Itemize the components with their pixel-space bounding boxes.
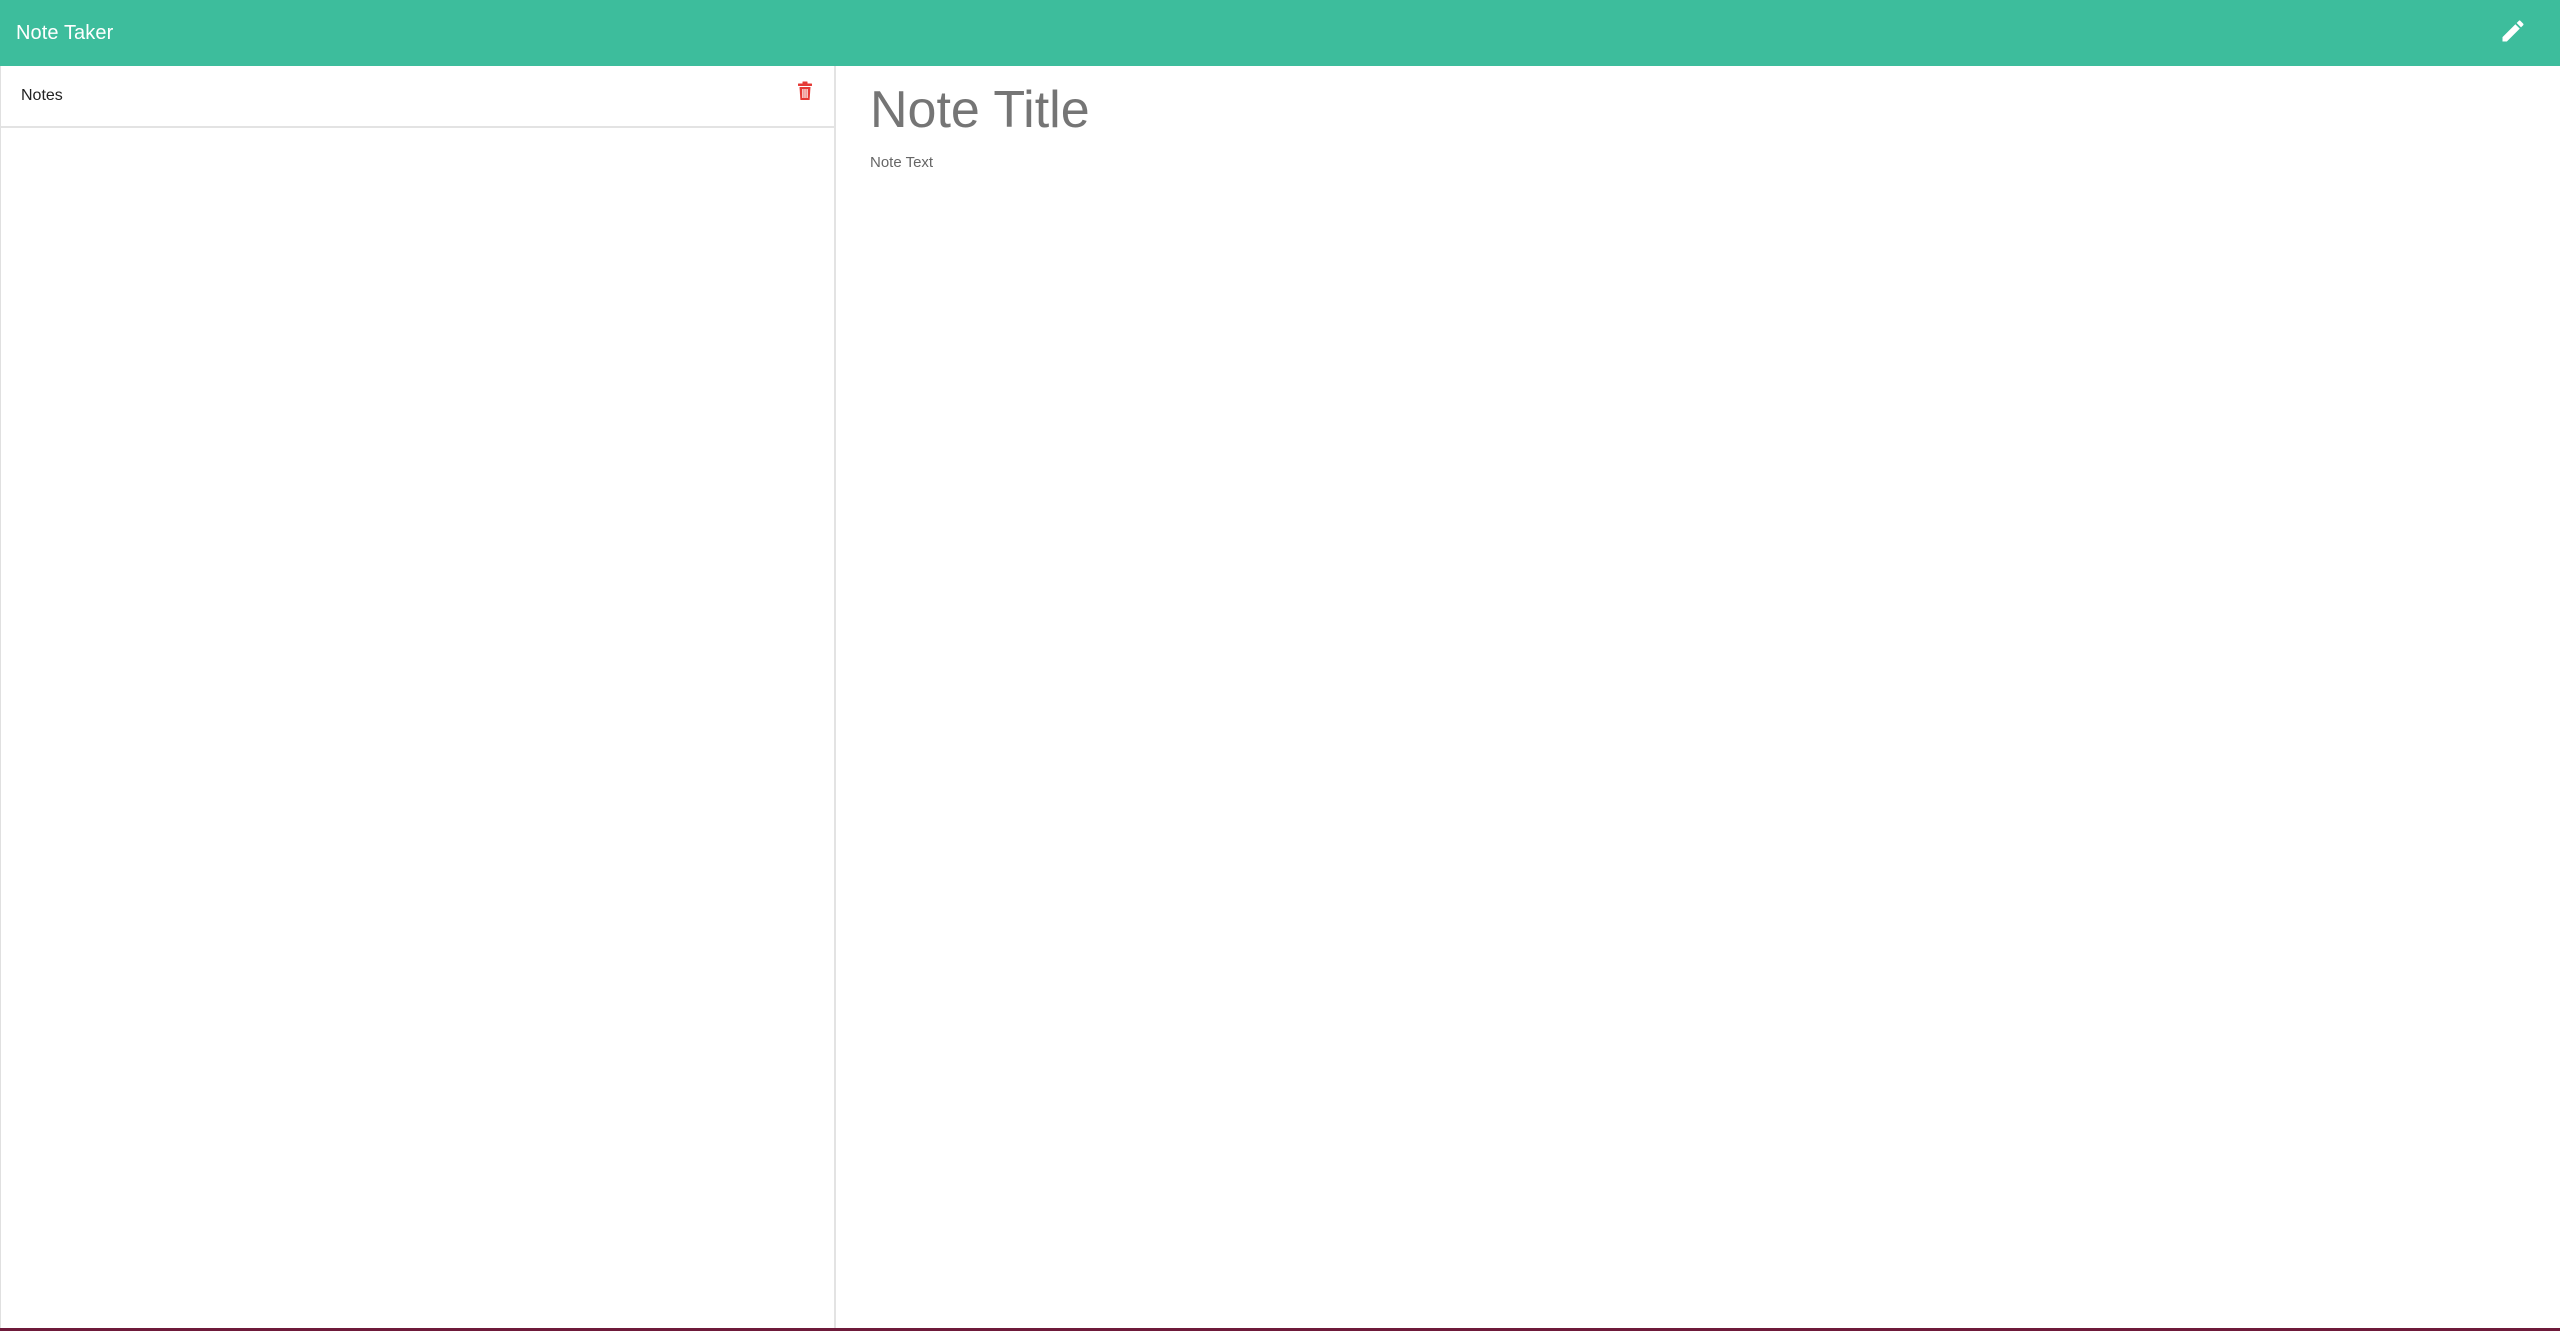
note-text-input[interactable] <box>870 154 2528 194</box>
brand-title[interactable]: Note Taker <box>16 22 113 45</box>
navbar: Note Taker <box>0 0 2560 66</box>
delete-note-button[interactable] <box>794 80 816 106</box>
note-item-title[interactable]: Notes <box>21 87 63 105</box>
pencil-icon <box>2499 17 2527 50</box>
note-editor <box>838 66 2560 1328</box>
new-note-button[interactable] <box>2496 16 2530 50</box>
list-item[interactable]: Notes <box>1 66 834 128</box>
note-title-input[interactable] <box>870 72 2528 148</box>
app-root: Note Taker Notes <box>0 0 2560 1331</box>
trash-icon <box>797 81 813 106</box>
notes-sidebar: Notes <box>0 66 836 1328</box>
